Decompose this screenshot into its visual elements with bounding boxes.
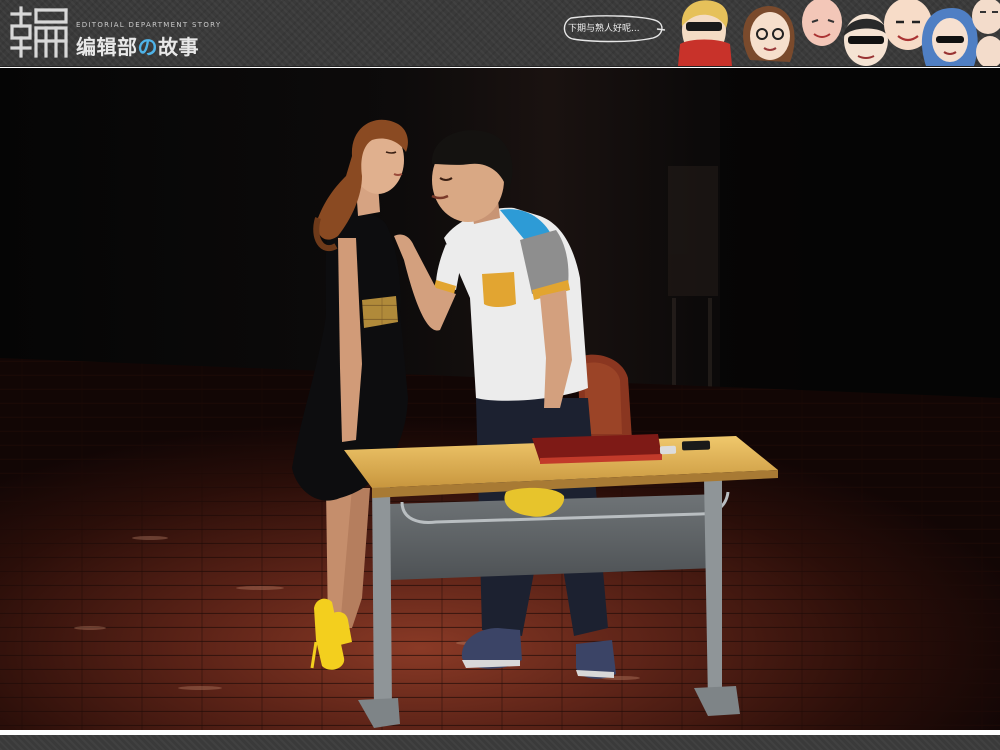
header-title-accent: の [137,35,158,59]
cartoon-face-3-icon [802,0,842,46]
cartoon-face-4-icon [844,14,888,66]
header-title: 编辑部の故事 [76,31,199,60]
header-title-part2: 故事 [158,35,199,59]
header-banner: EDITORIAL DEPARTMENT STORY 编辑部の故事 下期与熟人好… [0,0,1000,67]
header-subtitle: EDITORIAL DEPARTMENT STORY [76,21,222,29]
speech-bubble-text: 下期与熟人好呢... [568,24,640,34]
phone-small [659,445,677,455]
phone [681,440,711,451]
logo-mark-icon [10,6,68,58]
footer-bar [0,735,1000,750]
desk-leg-left [372,480,392,710]
header-title-part1: 编辑部 [76,35,138,59]
page: EDITORIAL DEPARTMENT STORY 编辑部の故事 下期与熟人好… [0,0,1000,750]
laptop [532,434,662,464]
cartoon-face-2-icon [743,6,795,62]
stage-photo [0,68,1000,730]
cartoon-faces-strip-icon [678,0,1000,66]
cartoon-face-1-icon [678,0,732,66]
stage-scene [0,68,1000,730]
